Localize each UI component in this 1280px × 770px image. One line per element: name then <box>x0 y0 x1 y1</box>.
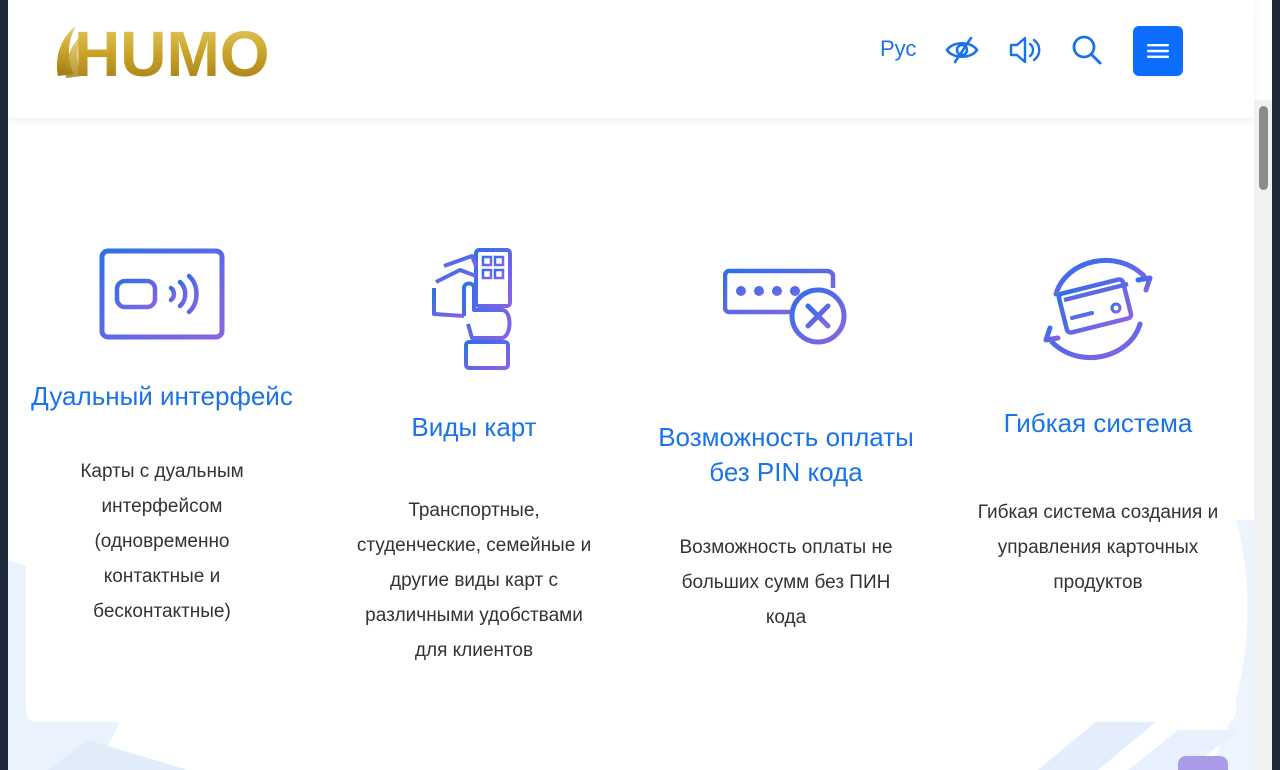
site-header: HUMO Рус <box>8 0 1254 118</box>
contactless-card-icon <box>99 248 225 340</box>
feature-description: Транспортные, студенческие, семейные и д… <box>356 500 592 661</box>
feature-pin-free: Возможность оплаты без PIN кода Возможно… <box>636 118 936 635</box>
feature-title: Виды карт <box>411 412 537 442</box>
floating-action-button[interactable] <box>1178 756 1228 770</box>
humo-logo[interactable]: HUMO <box>52 16 292 84</box>
feature-dual-interface: Дуальный интерфейс Карты с дуальным инте… <box>12 118 312 629</box>
card-sync-icon <box>1043 258 1153 360</box>
feature-description: Карты с дуальным интерфейсом (одновремен… <box>80 461 244 622</box>
features-section: Дуальный интерфейс Карты с дуальным инте… <box>26 118 1236 722</box>
hand-holding-cards-icon <box>432 248 512 370</box>
logo-text: HUMO <box>74 18 270 84</box>
feature-title: Возможность оплаты без PIN кода <box>658 422 914 487</box>
scrollbar-thumb[interactable] <box>1259 106 1268 190</box>
menu-button[interactable] <box>1133 26 1183 76</box>
hamburger-menu-icon <box>1147 44 1169 58</box>
page-scrollbar[interactable] <box>1254 100 1272 770</box>
speaker-icon[interactable] <box>1006 32 1042 68</box>
feature-description: Гибкая система создания и управления кар… <box>977 502 1219 593</box>
feature-card-types: Виды карт Транспортные, студенческие, се… <box>324 118 624 668</box>
page-viewport: HUMO Рус Дуальный интерфейс Карты с дуал… <box>8 0 1272 770</box>
feature-description: Возможность оплаты не больших сумм без П… <box>679 537 893 628</box>
feature-title: Дуальный интерфейс <box>31 381 293 411</box>
pin-cancel-icon <box>723 268 847 345</box>
language-switcher[interactable]: Рус <box>880 36 916 62</box>
search-icon[interactable] <box>1069 32 1105 68</box>
feature-flexible-system: Гибкая система Гибкая система создания и… <box>948 118 1248 600</box>
feature-title: Гибкая система <box>1003 408 1193 438</box>
eye-slash-icon[interactable] <box>944 32 980 68</box>
